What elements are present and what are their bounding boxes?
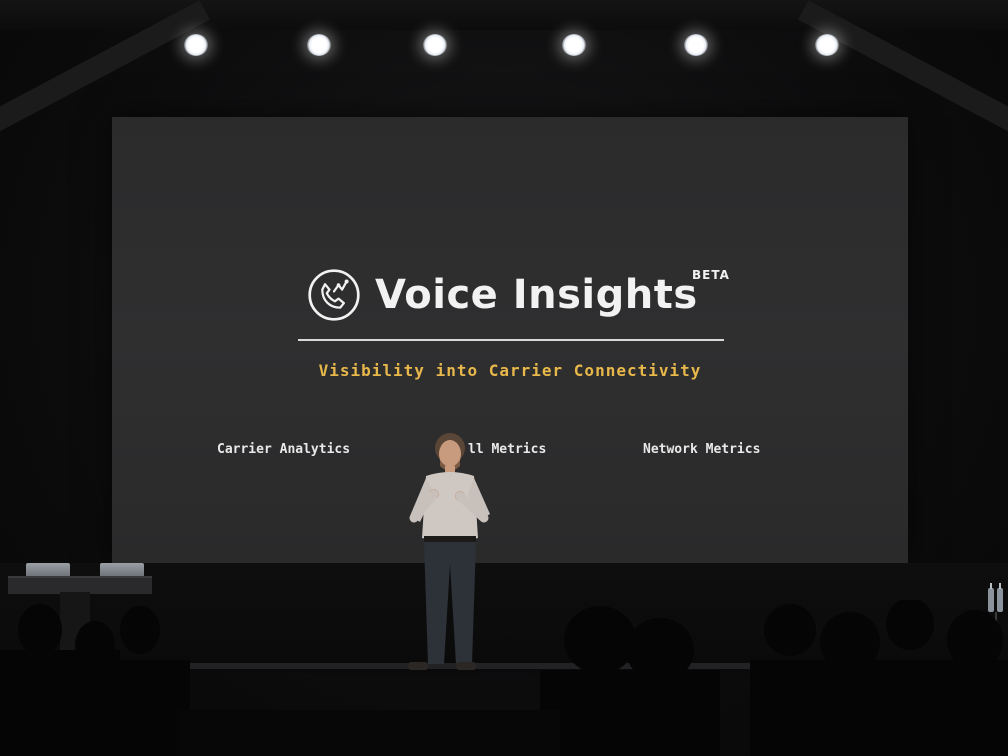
- spotlight: [684, 34, 708, 56]
- projection-screen: Voice Insights BETA Visibility into Carr…: [112, 117, 908, 563]
- laptop: [26, 563, 70, 577]
- feature-label: Carrier Analytics: [217, 442, 351, 457]
- title-divider: [298, 339, 724, 341]
- feature-label: Network Metrics: [643, 442, 761, 457]
- spotlight: [562, 34, 586, 56]
- product-logo: Voice Insights: [307, 265, 698, 325]
- phone-analytics-circle-icon: [308, 269, 360, 321]
- laptop: [100, 563, 144, 577]
- audience-silhouettes: [0, 600, 1008, 756]
- spotlight: [184, 34, 208, 56]
- spotlight: [423, 34, 447, 56]
- conference-stage-photo: Voice Insights BETA Visibility into Carr…: [0, 0, 1008, 756]
- spotlight: [307, 34, 331, 56]
- product-name: Voice Insights: [375, 272, 698, 318]
- beta-badge: BETA: [692, 268, 730, 282]
- spotlight: [815, 34, 839, 56]
- slide-tagline: Visibility into Carrier Connectivity: [318, 361, 702, 380]
